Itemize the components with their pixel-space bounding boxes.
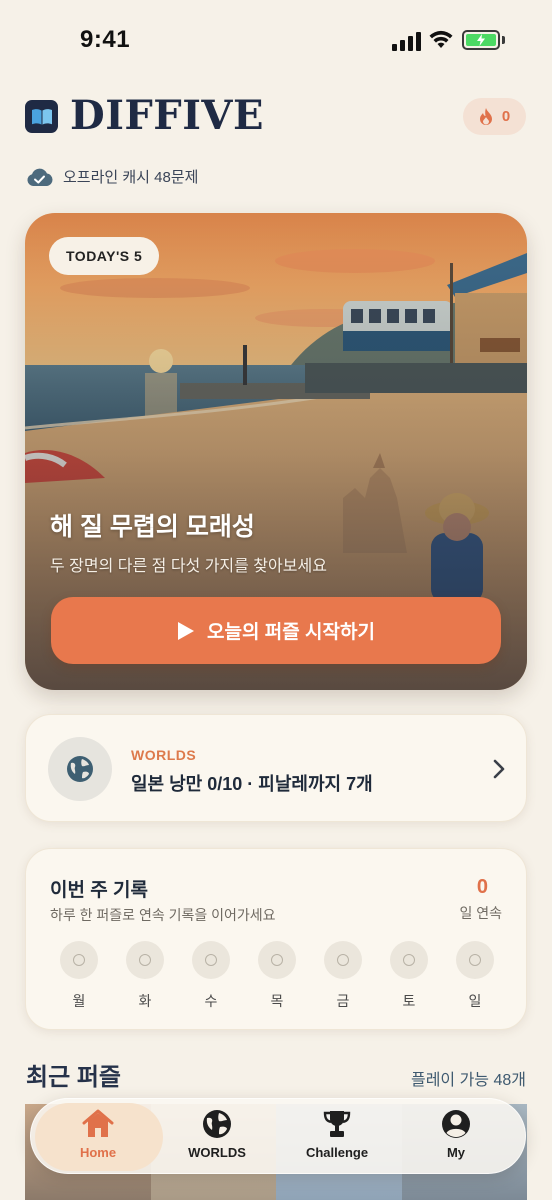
battery-nub (502, 36, 505, 44)
day-saturday: 토 (389, 941, 429, 1011)
day-monday: 월 (59, 941, 99, 1011)
day-wednesday: 수 (191, 941, 231, 1011)
day-label: 월 (72, 993, 86, 1009)
day-label: 화 (138, 993, 152, 1009)
trophy-icon (323, 1111, 351, 1137)
worlds-label: WORLDS (131, 747, 197, 763)
tab-label: Home (79, 1145, 117, 1160)
day-label: 일 (468, 993, 482, 1009)
status-time: 9:41 (80, 26, 131, 53)
offline-cache-label: 오프라인 캐시 48문제 (63, 169, 199, 186)
day-tuesday: 화 (125, 941, 165, 1011)
start-puzzle-label: 오늘의 퍼즐 시작하기 (207, 622, 375, 643)
bottom-tab-bar: Home WORLDS Challenge My (30, 1098, 526, 1174)
streak-button[interactable]: 0 (463, 98, 526, 135)
tab-worlds[interactable]: WORLDS (162, 1109, 272, 1169)
day-status-dot (258, 941, 296, 979)
cellular-signal-icon (392, 32, 421, 51)
tab-my[interactable]: My (401, 1109, 511, 1169)
tab-label: My (446, 1145, 466, 1160)
globe-badge (48, 737, 112, 801)
tab-label: WORLDS (188, 1145, 246, 1160)
recent-puzzles-title: 최근 퍼즐 (26, 1064, 121, 1091)
day-label: 수 (204, 993, 218, 1009)
day-status-dot (324, 941, 362, 979)
app-title: DIFFIVE (70, 92, 264, 139)
app-logo-icon (25, 100, 58, 133)
streak-days-unit: 일 연속 (459, 905, 502, 921)
day-label: 목 (270, 993, 284, 1009)
battery-icon (462, 30, 500, 50)
streak-count: 0 (501, 108, 511, 125)
status-bar: 9:41 (0, 0, 552, 80)
day-status-dot (456, 941, 494, 979)
weekly-record-title: 이번 주 기록 (50, 880, 148, 901)
day-status-dot (60, 941, 98, 979)
day-friday: 금 (323, 941, 363, 1011)
wifi-icon (429, 30, 453, 48)
offline-cache-status: 오프라인 캐시 48문제 (26, 166, 198, 187)
globe-icon (67, 756, 93, 782)
day-status-dot (192, 941, 230, 979)
cloud-check-icon (27, 168, 53, 186)
weekly-record-subtitle: 하루 한 퍼즐로 연속 기록을 이어가세요 (50, 907, 276, 923)
tab-challenge[interactable]: Challenge (282, 1109, 392, 1169)
weekday-tracker: 월 화 수 목 금 토 일 (59, 941, 499, 1011)
worlds-card[interactable]: WORLDS 일본 낭만 0/10 · 피날레까지 7개 (25, 714, 527, 822)
day-thursday: 목 (257, 941, 297, 1011)
globe-icon (203, 1110, 231, 1138)
streak-days-number: 0 (476, 876, 488, 898)
puzzle-title: 해 질 무렵의 모래성 (50, 513, 255, 541)
day-sunday: 일 (455, 941, 495, 1011)
day-label: 금 (336, 993, 350, 1009)
profile-icon (442, 1110, 470, 1138)
flame-icon (479, 108, 492, 125)
start-puzzle-button[interactable]: 오늘의 퍼즐 시작하기 (51, 597, 501, 664)
day-status-dot (390, 941, 428, 979)
puzzle-subtitle: 두 장면의 다른 점 다섯 가지를 찾아보세요 (50, 558, 327, 575)
worlds-progress: 일본 낭만 0/10 · 피날레까지 7개 (131, 774, 373, 794)
day-status-dot (126, 941, 164, 979)
todays-five-badge: TODAY'S 5 (49, 237, 160, 275)
day-label: 토 (402, 993, 416, 1009)
play-icon (178, 621, 195, 640)
recent-puzzles-count[interactable]: 플레이 가능 48개 (411, 1066, 526, 1090)
todays-puzzle-card[interactable]: TODAY'S 5 해 질 무렵의 모래성 두 장면의 다른 점 다섯 가지를 … (25, 213, 527, 690)
tab-label: Challenge (305, 1145, 369, 1160)
chevron-right-icon (493, 759, 505, 779)
weekly-record-card: 이번 주 기록 하루 한 퍼즐로 연속 기록을 이어가세요 0 일 연속 월 화… (25, 848, 527, 1030)
tab-home[interactable]: Home (43, 1109, 153, 1169)
home-icon (82, 1109, 114, 1137)
